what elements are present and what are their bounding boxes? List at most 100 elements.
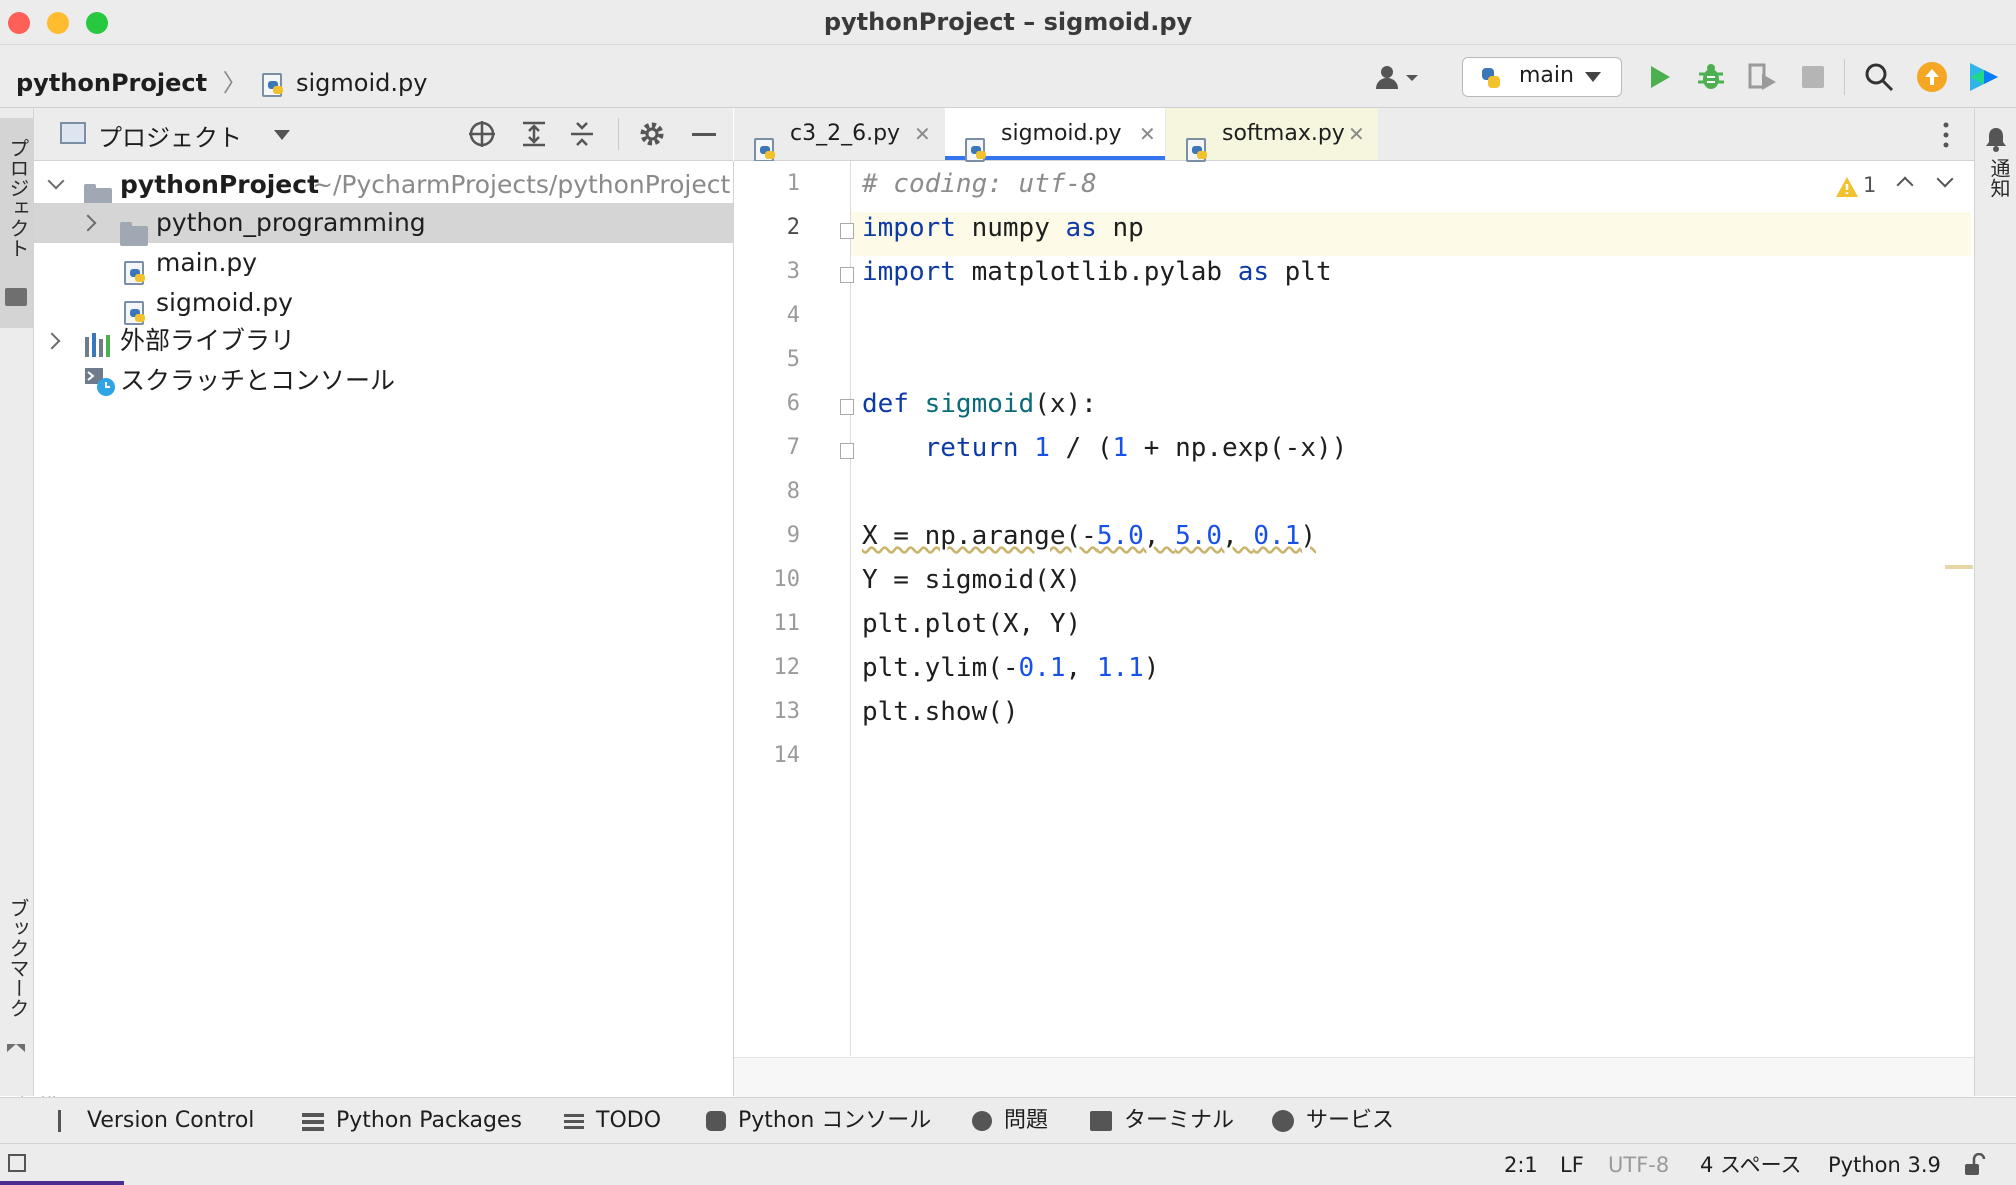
close-icon[interactable]: ✕ <box>914 108 931 160</box>
editor-bottom-area <box>734 1057 1974 1097</box>
next-issue-icon[interactable] <box>1936 170 1954 188</box>
unlock-icon[interactable] <box>1962 1152 1986 1177</box>
packages-icon <box>302 1111 324 1131</box>
line-number: 6 <box>786 391 800 416</box>
project-tree: pythonProject ~/PycharmProjects/pythonPr… <box>34 161 734 1096</box>
line-separator[interactable]: LF <box>1560 1150 1584 1180</box>
project-panel-header: プロジェクト <box>34 108 733 161</box>
warning-stripe-marker[interactable] <box>1945 565 1973 569</box>
stop-icon[interactable] <box>1802 66 1824 88</box>
hide-panel-icon[interactable] <box>692 133 716 136</box>
right-tool-strip: 通知 <box>1974 108 2016 1096</box>
line-number: 1 <box>786 171 800 196</box>
run-configuration-label: main <box>1519 63 1574 88</box>
code-editor[interactable]: # coding: utf-8 import numpy as np impor… <box>851 161 1974 1056</box>
locate-file-icon[interactable] <box>468 120 496 148</box>
line-number: 9 <box>786 523 800 548</box>
window-title: pythonProject – sigmoid.py <box>823 8 1193 36</box>
code-line: import matplotlib.pylab as plt <box>862 257 1332 287</box>
library-icon <box>84 329 114 357</box>
python-file-icon <box>124 301 145 325</box>
tree-row[interactable]: python_programming <box>34 203 733 246</box>
notifications-strip-label[interactable]: 通知 <box>1985 158 2014 198</box>
more-tabs-icon[interactable] <box>1942 122 1950 148</box>
code-line: plt.plot(X, Y) <box>862 609 1082 639</box>
close-icon[interactable]: ✕ <box>1348 108 1365 160</box>
line-number: 14 <box>773 743 801 768</box>
debug-icon[interactable] <box>1696 62 1726 92</box>
chevron-down-icon[interactable] <box>47 172 65 190</box>
breadcrumb-project[interactable]: pythonProject <box>16 69 207 97</box>
code-line: import numpy as np <box>862 213 1144 243</box>
tab-sigmoid[interactable]: sigmoid.py ✕ <box>945 108 1165 162</box>
python-file-icon <box>965 138 986 162</box>
file-encoding[interactable]: UTF-8 <box>1608 1150 1669 1180</box>
line-number: 13 <box>773 699 801 724</box>
previous-issue-icon[interactable] <box>1896 176 1914 194</box>
tree-row[interactable]: スクラッチとコンソール <box>34 361 733 401</box>
user-icon[interactable] <box>1374 63 1420 91</box>
search-icon[interactable] <box>1864 62 1894 92</box>
tree-item-label: main.py <box>156 248 258 277</box>
tree-item-label: 外部ライブラリ <box>120 326 296 355</box>
status-bar: 2:1 LF UTF-8 4 スペース Python 3.9 <box>0 1143 2016 1185</box>
problems-icon <box>972 1111 992 1131</box>
structure-strip-button[interactable]: 構造 <box>0 988 59 1178</box>
tree-row[interactable]: 外部ライブラリ <box>34 321 733 361</box>
jetbrains-icon[interactable] <box>1968 61 2000 93</box>
line-number: 8 <box>786 479 800 504</box>
tool-python-packages[interactable]: Python Packages <box>302 1106 522 1136</box>
bell-icon[interactable] <box>1984 126 2008 152</box>
tree-item-label: pythonProject <box>120 170 320 199</box>
collapse-all-icon[interactable] <box>568 120 596 148</box>
main-toolbar: pythonProject 〉 sigmoid.py main <box>0 45 2016 108</box>
left-tool-strip: プロジェクト ブックマーク 構造 <box>0 108 59 1178</box>
coverage-icon[interactable] <box>1746 62 1780 92</box>
tool-python-console[interactable]: Python コンソール <box>706 1106 931 1136</box>
tree-row[interactable]: main.py <box>34 243 733 285</box>
chevron-right-icon[interactable] <box>79 214 97 232</box>
project-strip-button[interactable]: プロジェクト <box>0 118 33 328</box>
line-number: 4 <box>786 303 800 328</box>
tree-row[interactable]: pythonProject ~/PycharmProjects/pythonPr… <box>34 165 733 208</box>
line-number: 10 <box>773 567 801 592</box>
tab-softmax[interactable]: softmax.py ✕ <box>1166 108 1378 162</box>
tree-row[interactable]: sigmoid.py <box>34 283 733 325</box>
view-dropdown-icon[interactable] <box>274 130 290 140</box>
tool-version-control[interactable]: Version Control <box>58 1106 254 1136</box>
tab-label: c3_2_6.py <box>790 121 901 146</box>
inspection-widget[interactable]: 1 <box>1835 170 1965 203</box>
gear-icon[interactable] <box>638 120 666 148</box>
tool-window-bar: Version Control Python Packages TODO Pyt… <box>0 1097 2016 1144</box>
run-icon[interactable] <box>1648 64 1672 90</box>
tool-terminal[interactable]: ターミナル <box>1090 1106 1234 1136</box>
branch-icon <box>58 1110 75 1132</box>
indent-setting[interactable]: 4 スペース <box>1700 1150 1802 1180</box>
tab-c3-2-6[interactable]: c3_2_6.py ✕ <box>734 108 944 162</box>
python-console-icon <box>706 1111 726 1131</box>
run-configuration-select[interactable]: main <box>1462 57 1622 97</box>
chevron-right-icon[interactable] <box>43 332 61 350</box>
folder-icon <box>5 288 27 306</box>
python-interpreter[interactable]: Python 3.9 <box>1828 1150 1941 1180</box>
update-icon[interactable] <box>1916 61 1948 93</box>
python-file-icon <box>124 261 145 285</box>
python-icon <box>1479 66 1503 90</box>
code-line: # coding: utf-8 <box>862 169 1097 199</box>
tree-item-label: python_programming <box>156 208 426 237</box>
expand-all-icon[interactable] <box>520 120 548 148</box>
toggle-tool-windows-icon[interactable] <box>8 1154 26 1172</box>
project-panel-title[interactable]: プロジェクト <box>98 118 242 153</box>
tool-services[interactable]: サービス <box>1272 1106 1394 1136</box>
tab-label: sigmoid.py <box>1001 121 1122 146</box>
line-number: 12 <box>773 655 801 680</box>
caret-position[interactable]: 2:1 <box>1504 1150 1538 1180</box>
tool-todo[interactable]: TODO <box>564 1106 661 1136</box>
breadcrumb-file[interactable]: sigmoid.py <box>296 69 427 97</box>
code-line: X = np.arange(-5.0, 5.0, 0.1) <box>862 521 1316 551</box>
python-file-icon <box>754 138 775 162</box>
header-divider <box>618 118 619 150</box>
close-icon[interactable]: ✕ <box>1139 108 1156 160</box>
tool-problems[interactable]: 問題 <box>972 1106 1048 1136</box>
status-progress-line <box>0 1181 124 1185</box>
